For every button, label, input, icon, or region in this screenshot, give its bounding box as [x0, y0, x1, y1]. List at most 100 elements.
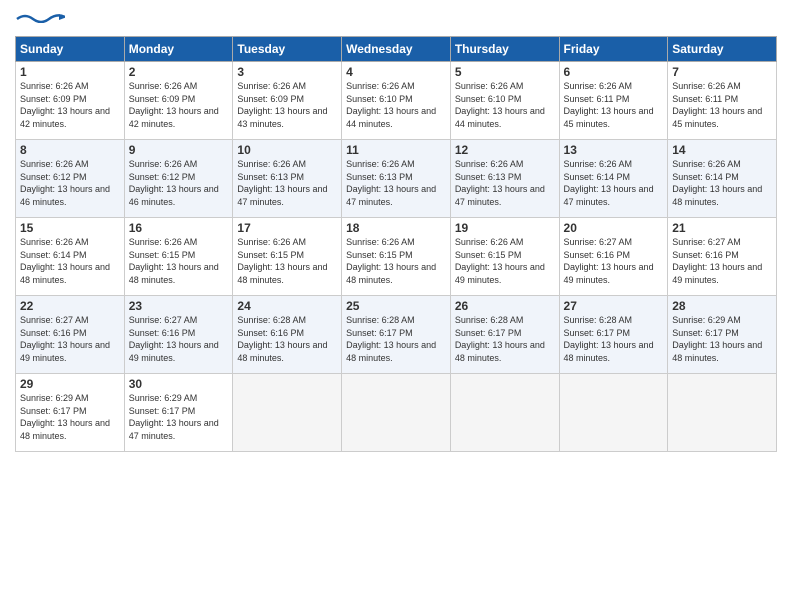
day-number: 28: [672, 299, 772, 313]
calendar-cell: [450, 374, 559, 452]
col-friday: Friday: [559, 37, 668, 62]
calendar-cell: 13 Sunrise: 6:26 AMSunset: 6:14 PMDaylig…: [559, 140, 668, 218]
day-number: 6: [564, 65, 664, 79]
calendar-cell: 3 Sunrise: 6:26 AMSunset: 6:09 PMDayligh…: [233, 62, 342, 140]
calendar-cell: 14 Sunrise: 6:26 AMSunset: 6:14 PMDaylig…: [668, 140, 777, 218]
calendar-cell: 8 Sunrise: 6:26 AMSunset: 6:12 PMDayligh…: [16, 140, 125, 218]
calendar-cell: 2 Sunrise: 6:26 AMSunset: 6:09 PMDayligh…: [124, 62, 233, 140]
day-info: Sunrise: 6:29 AMSunset: 6:17 PMDaylight:…: [672, 314, 772, 364]
day-number: 10: [237, 143, 337, 157]
day-number: 16: [129, 221, 229, 235]
day-number: 2: [129, 65, 229, 79]
day-number: 11: [346, 143, 446, 157]
calendar-cell: 21 Sunrise: 6:27 AMSunset: 6:16 PMDaylig…: [668, 218, 777, 296]
calendar-cell: 19 Sunrise: 6:26 AMSunset: 6:15 PMDaylig…: [450, 218, 559, 296]
calendar-cell: 15 Sunrise: 6:26 AMSunset: 6:14 PMDaylig…: [16, 218, 125, 296]
day-info: Sunrise: 6:28 AMSunset: 6:17 PMDaylight:…: [346, 314, 446, 364]
logo-icon: [15, 11, 65, 23]
day-number: 27: [564, 299, 664, 313]
day-number: 8: [20, 143, 120, 157]
day-info: Sunrise: 6:26 AMSunset: 6:14 PMDaylight:…: [564, 158, 664, 208]
day-number: 30: [129, 377, 229, 391]
day-info: Sunrise: 6:26 AMSunset: 6:13 PMDaylight:…: [455, 158, 555, 208]
day-number: 12: [455, 143, 555, 157]
day-number: 3: [237, 65, 337, 79]
day-number: 15: [20, 221, 120, 235]
col-monday: Monday: [124, 37, 233, 62]
calendar-cell: 10 Sunrise: 6:26 AMSunset: 6:13 PMDaylig…: [233, 140, 342, 218]
col-wednesday: Wednesday: [342, 37, 451, 62]
calendar-cell: 24 Sunrise: 6:28 AMSunset: 6:16 PMDaylig…: [233, 296, 342, 374]
calendar-cell: 22 Sunrise: 6:27 AMSunset: 6:16 PMDaylig…: [16, 296, 125, 374]
day-info: Sunrise: 6:26 AMSunset: 6:15 PMDaylight:…: [346, 236, 446, 286]
day-number: 9: [129, 143, 229, 157]
day-info: Sunrise: 6:26 AMSunset: 6:12 PMDaylight:…: [20, 158, 120, 208]
calendar-week-4: 22 Sunrise: 6:27 AMSunset: 6:16 PMDaylig…: [16, 296, 777, 374]
day-info: Sunrise: 6:26 AMSunset: 6:10 PMDaylight:…: [346, 80, 446, 130]
day-info: Sunrise: 6:26 AMSunset: 6:13 PMDaylight:…: [346, 158, 446, 208]
col-saturday: Saturday: [668, 37, 777, 62]
calendar-week-2: 8 Sunrise: 6:26 AMSunset: 6:12 PMDayligh…: [16, 140, 777, 218]
day-info: Sunrise: 6:27 AMSunset: 6:16 PMDaylight:…: [129, 314, 229, 364]
col-tuesday: Tuesday: [233, 37, 342, 62]
header-row: Sunday Monday Tuesday Wednesday Thursday…: [16, 37, 777, 62]
header: [15, 10, 777, 28]
day-number: 20: [564, 221, 664, 235]
calendar-cell: [559, 374, 668, 452]
calendar-cell: 23 Sunrise: 6:27 AMSunset: 6:16 PMDaylig…: [124, 296, 233, 374]
day-number: 23: [129, 299, 229, 313]
day-info: Sunrise: 6:28 AMSunset: 6:17 PMDaylight:…: [564, 314, 664, 364]
day-number: 13: [564, 143, 664, 157]
col-sunday: Sunday: [16, 37, 125, 62]
calendar-cell: 20 Sunrise: 6:27 AMSunset: 6:16 PMDaylig…: [559, 218, 668, 296]
day-info: Sunrise: 6:29 AMSunset: 6:17 PMDaylight:…: [20, 392, 120, 442]
day-number: 17: [237, 221, 337, 235]
calendar-week-1: 1 Sunrise: 6:26 AMSunset: 6:09 PMDayligh…: [16, 62, 777, 140]
calendar-cell: 11 Sunrise: 6:26 AMSunset: 6:13 PMDaylig…: [342, 140, 451, 218]
calendar-week-5: 29 Sunrise: 6:29 AMSunset: 6:17 PMDaylig…: [16, 374, 777, 452]
day-number: 14: [672, 143, 772, 157]
calendar-cell: 1 Sunrise: 6:26 AMSunset: 6:09 PMDayligh…: [16, 62, 125, 140]
day-info: Sunrise: 6:26 AMSunset: 6:12 PMDaylight:…: [129, 158, 229, 208]
calendar-cell: 29 Sunrise: 6:29 AMSunset: 6:17 PMDaylig…: [16, 374, 125, 452]
day-number: 25: [346, 299, 446, 313]
logo: [15, 10, 65, 28]
day-info: Sunrise: 6:26 AMSunset: 6:11 PMDaylight:…: [564, 80, 664, 130]
day-number: 18: [346, 221, 446, 235]
calendar-cell: 27 Sunrise: 6:28 AMSunset: 6:17 PMDaylig…: [559, 296, 668, 374]
day-number: 7: [672, 65, 772, 79]
calendar-cell: 12 Sunrise: 6:26 AMSunset: 6:13 PMDaylig…: [450, 140, 559, 218]
calendar-cell: 17 Sunrise: 6:26 AMSunset: 6:15 PMDaylig…: [233, 218, 342, 296]
day-info: Sunrise: 6:27 AMSunset: 6:16 PMDaylight:…: [20, 314, 120, 364]
calendar: Sunday Monday Tuesday Wednesday Thursday…: [15, 36, 777, 452]
day-info: Sunrise: 6:27 AMSunset: 6:16 PMDaylight:…: [672, 236, 772, 286]
day-info: Sunrise: 6:26 AMSunset: 6:09 PMDaylight:…: [20, 80, 120, 130]
day-info: Sunrise: 6:26 AMSunset: 6:15 PMDaylight:…: [129, 236, 229, 286]
day-info: Sunrise: 6:29 AMSunset: 6:17 PMDaylight:…: [129, 392, 229, 442]
calendar-cell: 6 Sunrise: 6:26 AMSunset: 6:11 PMDayligh…: [559, 62, 668, 140]
day-number: 29: [20, 377, 120, 391]
day-number: 4: [346, 65, 446, 79]
calendar-cell: 28 Sunrise: 6:29 AMSunset: 6:17 PMDaylig…: [668, 296, 777, 374]
day-info: Sunrise: 6:26 AMSunset: 6:14 PMDaylight:…: [20, 236, 120, 286]
day-info: Sunrise: 6:26 AMSunset: 6:14 PMDaylight:…: [672, 158, 772, 208]
calendar-cell: 16 Sunrise: 6:26 AMSunset: 6:15 PMDaylig…: [124, 218, 233, 296]
calendar-cell: 7 Sunrise: 6:26 AMSunset: 6:11 PMDayligh…: [668, 62, 777, 140]
calendar-cell: 5 Sunrise: 6:26 AMSunset: 6:10 PMDayligh…: [450, 62, 559, 140]
day-info: Sunrise: 6:28 AMSunset: 6:17 PMDaylight:…: [455, 314, 555, 364]
day-info: Sunrise: 6:26 AMSunset: 6:15 PMDaylight:…: [455, 236, 555, 286]
day-number: 22: [20, 299, 120, 313]
day-info: Sunrise: 6:26 AMSunset: 6:11 PMDaylight:…: [672, 80, 772, 130]
calendar-week-3: 15 Sunrise: 6:26 AMSunset: 6:14 PMDaylig…: [16, 218, 777, 296]
day-info: Sunrise: 6:26 AMSunset: 6:09 PMDaylight:…: [237, 80, 337, 130]
day-number: 1: [20, 65, 120, 79]
calendar-cell: 26 Sunrise: 6:28 AMSunset: 6:17 PMDaylig…: [450, 296, 559, 374]
calendar-cell: 30 Sunrise: 6:29 AMSunset: 6:17 PMDaylig…: [124, 374, 233, 452]
day-number: 19: [455, 221, 555, 235]
day-number: 5: [455, 65, 555, 79]
calendar-cell: [342, 374, 451, 452]
day-info: Sunrise: 6:27 AMSunset: 6:16 PMDaylight:…: [564, 236, 664, 286]
day-info: Sunrise: 6:26 AMSunset: 6:15 PMDaylight:…: [237, 236, 337, 286]
calendar-cell: [668, 374, 777, 452]
col-thursday: Thursday: [450, 37, 559, 62]
